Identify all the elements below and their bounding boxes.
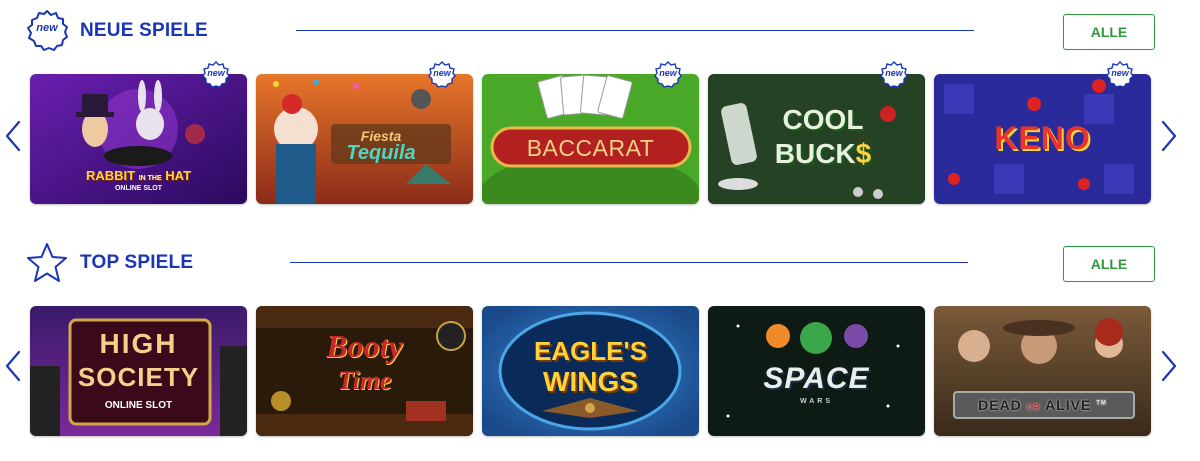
carousel-prev-arrow-icon[interactable] xyxy=(2,349,24,383)
game-tile-baccarat[interactable]: BACCARAT xyxy=(482,74,699,204)
game-tile-eagles-wings[interactable]: EAGLE'S WINGS xyxy=(482,306,699,436)
game-title-line1: HIGH xyxy=(99,328,178,359)
game-title-line1: COOL xyxy=(782,104,864,135)
section-title: TOP SPIELE xyxy=(80,252,194,273)
game-title-line1: KENO xyxy=(994,120,1091,156)
badge-label: new xyxy=(207,68,225,78)
top-games-header: TOP SPIELE ALLE xyxy=(0,232,1200,296)
game-tile-dead-or-alive[interactable]: DEAD OR ALIVE TM xyxy=(934,306,1151,436)
game-title-line2: WINGS xyxy=(543,366,638,397)
game-subtitle: WARS xyxy=(800,398,833,405)
badge-label: new xyxy=(885,68,903,78)
game-title-line2: ALIVE xyxy=(1045,397,1092,413)
star-icon xyxy=(24,240,70,286)
game-tile-fiesta-tequila[interactable]: Fiesta Tequila xyxy=(256,74,473,204)
section-divider xyxy=(296,30,974,31)
dollar-symbol: $ xyxy=(855,138,872,169)
new-badge-icon: new xyxy=(653,60,683,90)
carousel-prev-arrow-icon[interactable] xyxy=(2,119,24,153)
show-all-button[interactable]: ALLE xyxy=(1063,14,1155,50)
game-tile-space-wars[interactable]: SPACE WARS xyxy=(708,306,925,436)
section-divider xyxy=(290,262,968,263)
game-title-line2: Tequila xyxy=(346,142,416,164)
new-badge-icon: new xyxy=(201,60,231,90)
game-title-line2: BUCK xyxy=(774,138,856,169)
show-all-button[interactable]: ALLE xyxy=(1063,246,1155,282)
game-tile-booty-time[interactable]: Booty Time xyxy=(256,306,473,436)
game-tile-high-society[interactable]: HIGH SOCIETY ONLINE SLOT xyxy=(30,306,247,436)
game-title-line1: BACCARAT xyxy=(526,135,655,161)
game-tile-keno[interactable]: KENO xyxy=(934,74,1151,204)
game-title-small: IN THE xyxy=(138,175,162,182)
game-tile-cool-buck[interactable]: COOL BUCK$ xyxy=(708,74,925,204)
game-title-line1: SPACE xyxy=(763,362,870,395)
game-title-line1: DEAD xyxy=(978,397,1022,413)
new-badge-icon: new xyxy=(879,60,909,90)
game-title-line2: Time xyxy=(337,366,392,395)
game-title-small: OR xyxy=(1026,403,1041,412)
new-badge-icon: new xyxy=(1105,60,1135,90)
new-badge-icon: new xyxy=(24,8,70,54)
game-title-line2: SOCIETY xyxy=(77,362,200,392)
badge-label: new xyxy=(433,68,451,78)
game-title-line2: HAT xyxy=(165,168,192,183)
carousel-next-arrow-icon[interactable] xyxy=(1158,349,1180,383)
game-subtitle: ONLINE SLOT xyxy=(104,400,173,411)
game-subtitle: ONLINE SLOT xyxy=(114,185,163,192)
new-badge-label: new xyxy=(36,22,58,34)
badge-label: new xyxy=(1111,68,1129,78)
section-title: NEUE SPIELE xyxy=(80,20,208,41)
game-title-line1: Booty xyxy=(326,328,403,364)
game-title-line1: RABBIT xyxy=(85,168,136,183)
new-games-header: new NEUE SPIELE ALLE xyxy=(0,0,1200,64)
badge-label: new xyxy=(659,68,677,78)
game-tile-rabbit-in-the-hat[interactable]: RABBIT IN THE HAT ONLINE SLOT xyxy=(30,74,247,204)
carousel-next-arrow-icon[interactable] xyxy=(1158,119,1180,153)
trademark-symbol: TM xyxy=(1096,400,1107,407)
game-title-line1: EAGLE'S xyxy=(533,336,648,366)
new-badge-icon: new xyxy=(427,60,457,90)
